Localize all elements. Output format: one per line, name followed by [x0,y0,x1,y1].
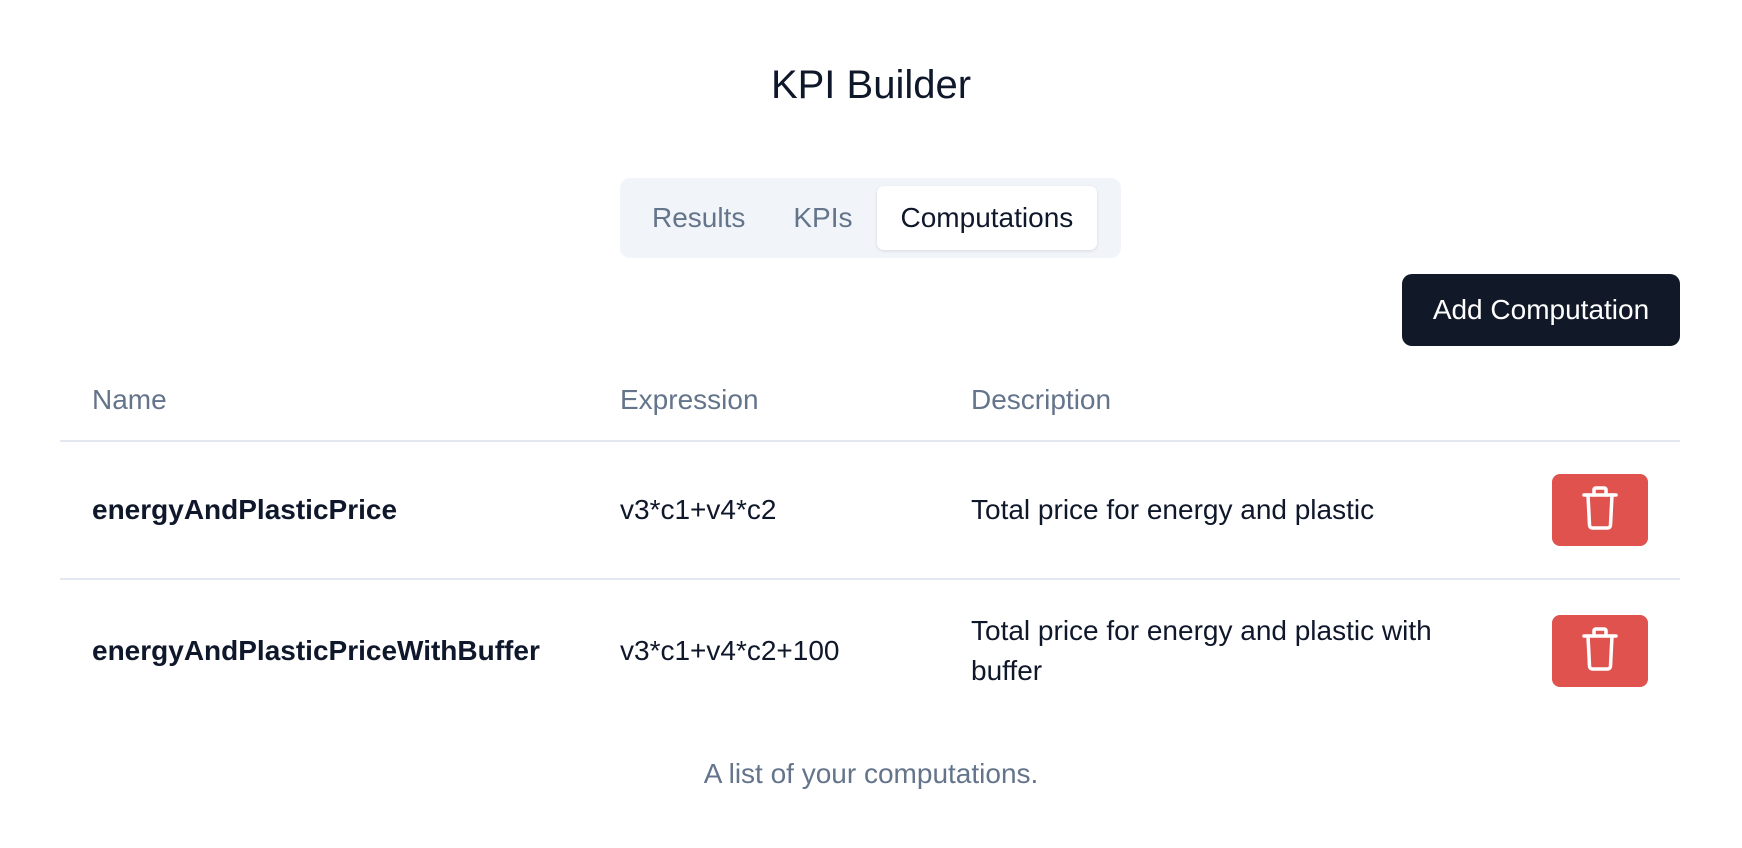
column-header-description: Description [971,384,1112,415]
table-row: energyAndPlasticPriceWithBuffer v3*c1+v4… [60,580,1680,722]
tab-kpis[interactable]: KPIs [769,186,876,250]
tab-list: Results KPIs Computations [620,178,1121,258]
table-caption: A list of your computations. [703,758,1039,789]
computation-description: Total price for energy and plastic with … [971,615,1432,686]
add-computation-button[interactable]: Add Computation [1402,274,1680,346]
trash-icon [1582,485,1618,535]
tab-results[interactable]: Results [628,186,769,250]
computation-expression: v3*c1+v4*c2 [620,494,777,525]
computations-table: Name Expression Description energyAndPla… [60,360,1680,722]
page: KPI Builder Results KPIs Computations Ad… [0,0,1742,848]
tab-computations[interactable]: Computations [876,186,1098,250]
computation-expression: v3*c1+v4*c2+100 [620,635,840,666]
computation-name: energyAndPlasticPrice [92,494,398,525]
computation-name: energyAndPlasticPriceWithBuffer [92,635,540,666]
computation-description: Total price for energy and plastic [971,494,1375,525]
delete-button[interactable] [1552,615,1648,687]
table-header: Name Expression Description [60,360,1680,442]
table-row: energyAndPlasticPrice v3*c1+v4*c2 Total … [60,442,1680,580]
delete-button[interactable] [1552,474,1648,546]
page-title: KPI Builder [770,63,972,107]
column-header-expression: Expression [620,384,759,415]
trash-icon [1582,626,1618,676]
column-header-name: Name [92,384,167,415]
